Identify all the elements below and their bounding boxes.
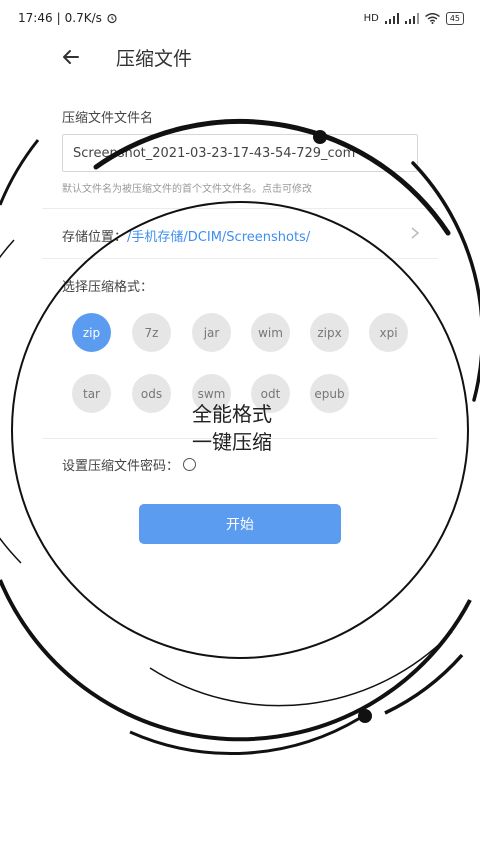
- ring-arc-bottom-outer: [129, 716, 361, 756]
- start-button[interactable]: 开始: [139, 504, 341, 544]
- back-arrow-icon[interactable]: [58, 44, 84, 70]
- ring-arc-bottom-thick: [0, 579, 472, 742]
- hd-label: HD: [363, 12, 379, 24]
- status-network-speed: 0.7K/s: [64, 11, 102, 25]
- format-option-zip[interactable]: zip: [72, 313, 111, 352]
- ring-arc-right: [411, 161, 480, 402]
- divider: [42, 208, 438, 209]
- ring-arc-left-thin: [0, 239, 22, 564]
- status-time: 17:46: [18, 11, 53, 25]
- status-right: HD 45: [363, 11, 464, 25]
- storage-label: 存储位置：: [62, 230, 128, 245]
- filename-input[interactable]: Screenshot_2021-03-23-17-43-54-729_com: [62, 134, 418, 172]
- storage-path: /手机存储/DCIM/Screenshots/: [127, 230, 311, 245]
- ring-arc-left-thick: [0, 139, 40, 206]
- format-option-xpi[interactable]: xpi: [369, 313, 408, 352]
- ring-arc-bottom-thin: [149, 631, 453, 707]
- ring-dot-bottom: [358, 709, 372, 723]
- status-left: 17:46 | 0.7K/s: [18, 11, 118, 25]
- chevron-right-icon[interactable]: [408, 226, 422, 240]
- promo-line-1: 全能格式: [192, 402, 272, 426]
- format-option-epub[interactable]: epub: [310, 374, 349, 413]
- password-row: 设置压缩文件密码：: [62, 455, 197, 474]
- filename-hint: 默认文件名为被压缩文件的首个文件文件名。点击可修改: [62, 184, 312, 195]
- format-option-tar[interactable]: tar: [72, 374, 111, 413]
- page-title: 压缩文件: [116, 48, 193, 70]
- divider: [42, 258, 438, 259]
- format-option-zipx[interactable]: zipx: [310, 313, 349, 352]
- status-separator: |: [56, 11, 61, 25]
- battery-indicator: 45: [445, 11, 464, 25]
- alarm-icon: [107, 13, 117, 24]
- format-option-wim[interactable]: wim: [251, 313, 290, 352]
- password-radio[interactable]: [183, 458, 197, 471]
- filename-label: 压缩文件文件名: [62, 111, 154, 126]
- format-option-7z[interactable]: 7z: [132, 313, 171, 352]
- promo-line-2: 一键压缩: [192, 430, 272, 454]
- cell-signal-2-icon: [404, 12, 419, 24]
- app-bar: 压缩文件: [0, 36, 480, 78]
- format-label: 选择压缩格式：: [62, 280, 154, 295]
- wifi-icon: [424, 12, 440, 24]
- format-option-ods[interactable]: ods: [132, 374, 171, 413]
- format-option-jar[interactable]: jar: [192, 313, 231, 352]
- password-label: 设置压缩文件密码：: [62, 459, 180, 474]
- status-bar: 17:46 | 0.7K/s HD 45: [0, 0, 480, 36]
- storage-row[interactable]: 存储位置： /手机存储/DCIM/Screenshots/: [62, 226, 310, 245]
- promo-text: 全能格式 一键压缩: [192, 400, 272, 456]
- ring-arc-bottom-right: [384, 653, 464, 715]
- cell-signal-icon: [384, 12, 399, 24]
